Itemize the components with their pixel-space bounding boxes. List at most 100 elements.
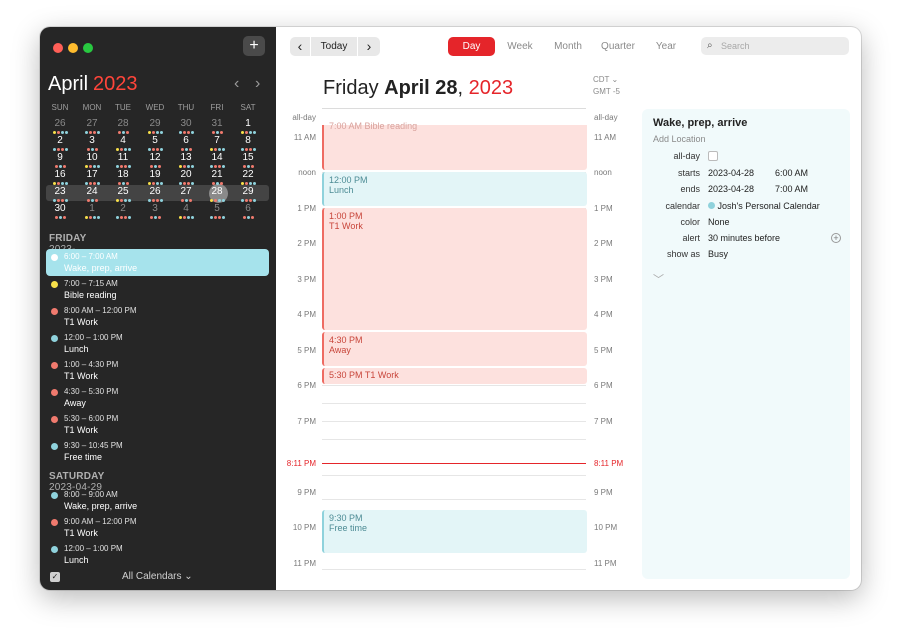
- mini-calendar-day[interactable]: 2: [108, 203, 138, 220]
- add-location-field[interactable]: Add Location: [653, 134, 706, 144]
- view-month-tab[interactable]: Month: [546, 37, 590, 56]
- mini-calendar-day[interactable]: 4: [171, 203, 201, 220]
- mini-calendar-day[interactable]: 28: [202, 186, 232, 203]
- show-calendars-checkbox[interactable]: ✓: [50, 572, 60, 582]
- agenda-event[interactable]: 4:30 – 5:30 PM Away: [46, 384, 269, 411]
- event-away[interactable]: 4:30 PM Away: [322, 332, 587, 366]
- event-lunch[interactable]: 12:00 PM Lunch: [322, 172, 587, 206]
- mini-calendar-day[interactable]: 18: [108, 169, 138, 186]
- add-event-button[interactable]: +: [243, 36, 265, 56]
- mini-calendar-day[interactable]: 4: [108, 135, 138, 152]
- search-field[interactable]: ⌕ Search: [701, 37, 849, 55]
- ends-date[interactable]: 2023-04-28: [708, 184, 754, 194]
- agenda-event[interactable]: 12:00 – 1:00 PM Lunch: [46, 541, 269, 568]
- mini-next-month-button[interactable]: ›: [255, 75, 260, 93]
- starts-date[interactable]: 2023-04-28: [708, 168, 754, 178]
- close-window-button[interactable]: [53, 43, 63, 53]
- mini-calendar-day[interactable]: 28: [108, 118, 138, 135]
- event-dots: [140, 130, 170, 134]
- agenda-event[interactable]: 8:00 – 9:00 AM Wake, prep, arrive: [46, 487, 269, 514]
- alert-value[interactable]: 30 minutes before: [708, 233, 780, 243]
- view-day-tab[interactable]: Day: [448, 37, 495, 56]
- showas-value[interactable]: Busy: [708, 249, 728, 259]
- mini-calendar-day[interactable]: 3: [77, 135, 107, 152]
- prev-day-button[interactable]: ‹: [290, 37, 310, 56]
- mini-calendar-day[interactable]: 27: [77, 118, 107, 135]
- mini-calendar-day[interactable]: 13: [171, 152, 201, 169]
- mini-calendar-day[interactable]: 20: [171, 169, 201, 186]
- minimize-window-button[interactable]: [68, 43, 78, 53]
- agenda-event[interactable]: 9:00 AM – 12:00 PM T1 Work: [46, 514, 269, 541]
- color-value[interactable]: None: [708, 217, 730, 227]
- timezone-secondary: GMT -5: [593, 87, 620, 96]
- event-free-time[interactable]: 9:30 PM Free time: [322, 510, 587, 553]
- mini-calendar-day[interactable]: 10: [77, 152, 107, 169]
- event-bible-reading[interactable]: 7:00 AM Bible reading: [322, 121, 587, 170]
- mini-calendar-day[interactable]: 29: [140, 118, 170, 135]
- agenda-event[interactable]: 9:30 – 10:45 PM Free time: [46, 438, 269, 465]
- mini-calendar-day[interactable]: 31: [202, 118, 232, 135]
- agenda-event[interactable]: 5:30 – 6:00 PM T1 Work: [46, 411, 269, 438]
- mini-calendar-day[interactable]: 14: [202, 152, 232, 169]
- all-calendars-dropdown[interactable]: All Calendars ⌄: [122, 571, 193, 582]
- calendar-selector[interactable]: Josh's Personal Calendar: [708, 201, 820, 211]
- mini-calendar-day[interactable]: 6: [233, 203, 263, 220]
- agenda-event[interactable]: 8:00 AM – 12:00 PM T1 Work: [46, 303, 269, 330]
- hour-line: [322, 403, 586, 404]
- mini-calendar-day[interactable]: 7: [202, 135, 232, 152]
- event-dot: [115, 148, 119, 151]
- mini-calendar-day[interactable]: 30: [45, 203, 75, 220]
- zoom-window-button[interactable]: [83, 43, 93, 53]
- agenda-event[interactable]: 7:00 – 7:15 AM Bible reading: [46, 276, 269, 303]
- agenda-event[interactable]: 1:00 – 4:30 PM T1 Work: [46, 357, 269, 384]
- mini-calendar-day[interactable]: 17: [77, 169, 107, 186]
- mini-calendar-day[interactable]: 19: [140, 169, 170, 186]
- mini-calendar-day[interactable]: 11: [108, 152, 138, 169]
- inspector-title[interactable]: Wake, prep, arrive: [653, 117, 747, 129]
- view-week-tab[interactable]: Week: [499, 37, 541, 56]
- timezone-selector[interactable]: CDT ⌄: [593, 75, 618, 84]
- mini-calendar-day[interactable]: 25: [108, 186, 138, 203]
- mini-calendar-day[interactable]: 24: [77, 186, 107, 203]
- allday-checkbox[interactable]: [708, 151, 718, 161]
- mini-calendar-day[interactable]: 12: [140, 152, 170, 169]
- agenda-event[interactable]: 6:00 – 7:00 AM Wake, prep, arrive: [46, 249, 269, 276]
- today-button[interactable]: Today: [311, 37, 357, 56]
- mini-calendar-day[interactable]: 29: [233, 186, 263, 203]
- mini-calendar-day[interactable]: 26: [45, 118, 75, 135]
- event-t1-work-afternoon[interactable]: 1:00 PM T1 Work: [322, 208, 587, 330]
- mini-calendar-day[interactable]: 30: [171, 118, 201, 135]
- event-t1-work-evening[interactable]: 5:30 PM T1 Work: [322, 368, 587, 384]
- mini-calendar-day[interactable]: 21: [202, 169, 232, 186]
- agenda-event[interactable]: 12:00 – 1:00 PM Lunch: [46, 330, 269, 357]
- add-alert-icon[interactable]: +: [831, 233, 841, 243]
- mini-calendar-day[interactable]: 8: [233, 135, 263, 152]
- ends-time[interactable]: 7:00 AM: [775, 184, 808, 194]
- mini-calendar-day[interactable]: 22: [233, 169, 263, 186]
- event-dots: [45, 164, 75, 168]
- event-dot: [182, 165, 186, 168]
- view-quarter-tab[interactable]: Quarter: [594, 37, 642, 56]
- event-dot: [88, 131, 92, 134]
- expand-chevron-icon[interactable]: ﹀: [653, 271, 664, 287]
- event-dot: [151, 182, 155, 185]
- mini-calendar-day[interactable]: 9: [45, 152, 75, 169]
- next-day-button[interactable]: ›: [358, 37, 380, 56]
- mini-prev-month-button[interactable]: ‹: [234, 75, 239, 93]
- mini-calendar-day[interactable]: 16: [45, 169, 75, 186]
- agenda-event-time: 9:00 AM – 12:00 PM: [64, 517, 137, 526]
- mini-calendar-day[interactable]: 27: [171, 186, 201, 203]
- mini-calendar-day[interactable]: 15: [233, 152, 263, 169]
- mini-calendar-day[interactable]: 1: [233, 118, 263, 135]
- mini-calendar-day[interactable]: 5: [202, 203, 232, 220]
- view-year-tab[interactable]: Year: [646, 37, 686, 56]
- mini-calendar-day[interactable]: 23: [45, 186, 75, 203]
- mini-calendar-day[interactable]: 2: [45, 135, 75, 152]
- mini-calendar-day[interactable]: 1: [77, 203, 107, 220]
- mini-calendar-day[interactable]: 6: [171, 135, 201, 152]
- day-weekday: Friday: [323, 77, 379, 99]
- starts-time[interactable]: 6:00 AM: [775, 168, 808, 178]
- mini-calendar-day[interactable]: 26: [140, 186, 170, 203]
- mini-calendar-day[interactable]: 5: [140, 135, 170, 152]
- mini-calendar-day[interactable]: 3: [140, 203, 170, 220]
